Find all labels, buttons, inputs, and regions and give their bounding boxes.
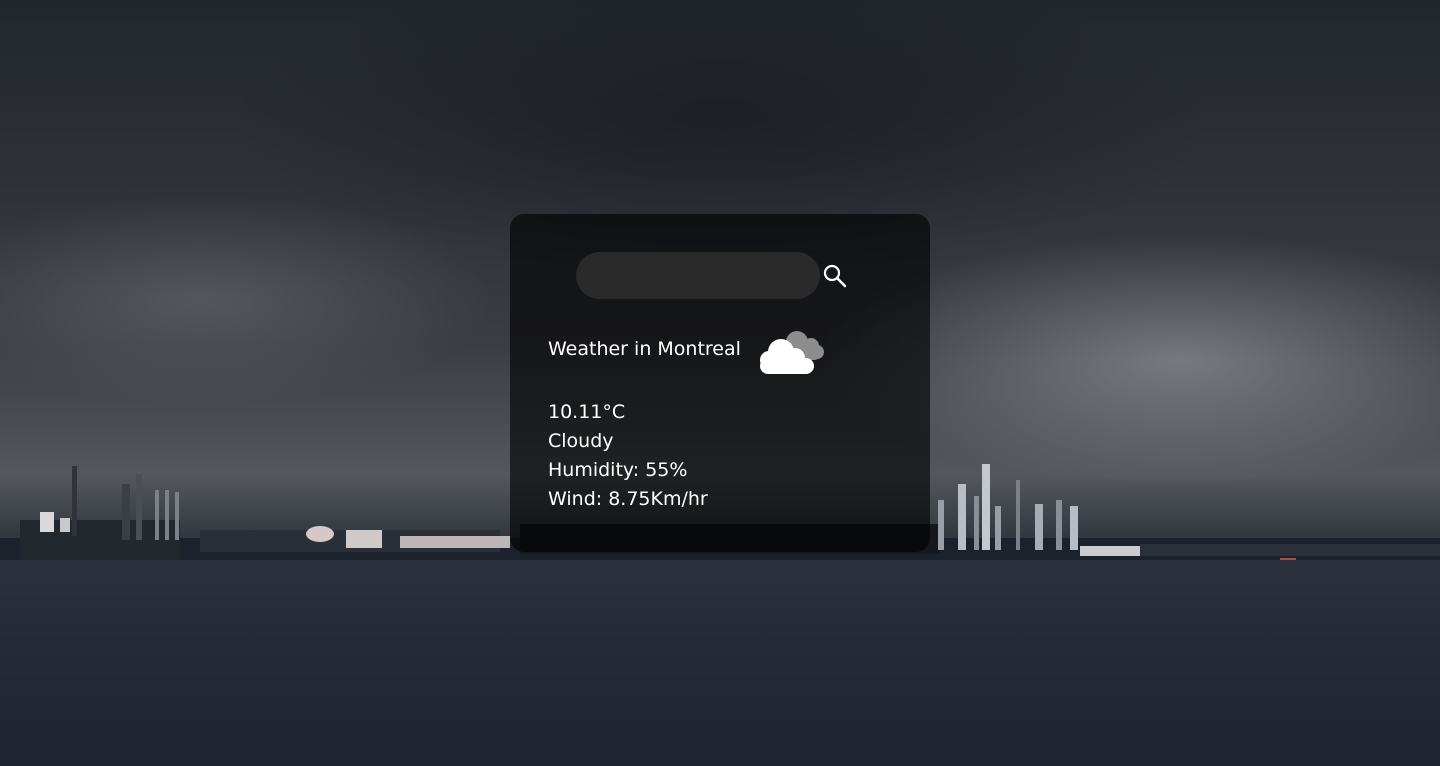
search-bar	[576, 252, 856, 299]
search-input[interactable]	[576, 252, 820, 299]
search-icon	[823, 264, 847, 288]
wind-speed: Wind: 8.75Km/hr	[548, 488, 708, 510]
water	[0, 560, 1440, 766]
search-button[interactable]	[820, 261, 850, 291]
city-title: Weather in Montreal	[548, 338, 741, 360]
temperature: 10.11°C	[548, 401, 626, 423]
weather-header: Weather in Montreal	[548, 324, 829, 374]
weather-card: Weather in Montreal 10.11°C Cloudy Humid…	[510, 214, 930, 552]
weather-description: Cloudy	[548, 430, 614, 452]
weather-details: 10.11°C Cloudy Humidity: 55% Wind: 8.75K…	[548, 398, 708, 514]
cloud-icon	[759, 331, 824, 374]
humidity: Humidity: 55%	[548, 459, 688, 481]
